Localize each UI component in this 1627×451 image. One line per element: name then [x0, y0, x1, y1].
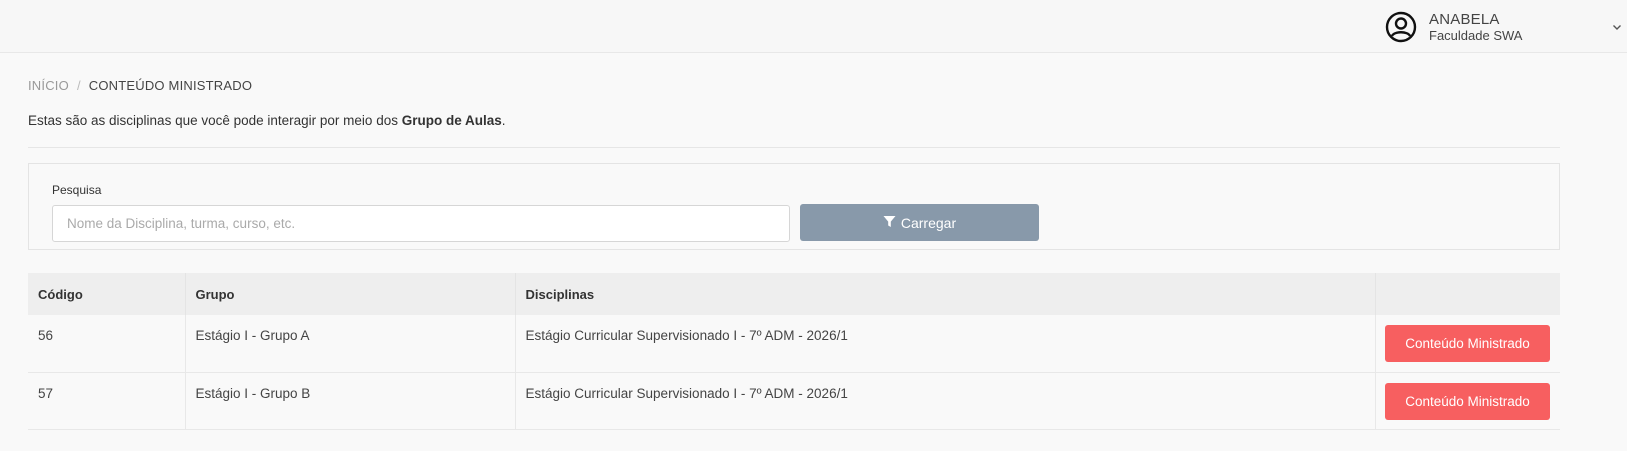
- table-row: 56 Estágio I - Grupo A Estágio Curricula…: [28, 315, 1560, 372]
- filter-icon: [883, 215, 896, 231]
- cell-disciplina: Estágio Curricular Supervisionado I - 7º…: [515, 315, 1376, 372]
- intro-bold: Grupo de Aulas: [401, 113, 502, 128]
- header-actions: [1375, 273, 1560, 315]
- intro-suffix: .: [501, 113, 506, 128]
- conteudo-ministrado-button[interactable]: Conteúdo Ministrado: [1385, 382, 1550, 420]
- user-circle-icon: [1385, 11, 1417, 43]
- load-button-label: Carregar: [900, 214, 957, 231]
- intro-text: Estas são as disciplinas que você pode i…: [28, 113, 506, 128]
- cell-action: Conteúdo Ministrado: [1375, 315, 1560, 372]
- search-panel: Pesquisa Carregar: [28, 163, 1560, 250]
- header-grupo: Grupo: [185, 273, 516, 315]
- breadcrumb: INÍCIO / CONTEÚDO MINISTRADO: [28, 78, 252, 93]
- user-name: ANABELA: [1429, 11, 1500, 28]
- groups-table: Código Grupo Disciplinas 56 Estágio I - …: [28, 273, 1560, 430]
- top-bar: ANABELA Faculdade SWA: [0, 0, 1627, 53]
- cell-grupo: Estágio I - Grupo A: [185, 315, 516, 372]
- conteudo-ministrado-button[interactable]: Conteúdo Ministrado: [1385, 325, 1550, 362]
- breadcrumb-home-link[interactable]: INÍCIO: [28, 78, 69, 93]
- cell-codigo: 56: [28, 315, 186, 372]
- load-button[interactable]: Carregar: [800, 204, 1039, 241]
- search-input[interactable]: [52, 205, 790, 242]
- table-row: 57 Estágio I - Grupo B Estágio Curricula…: [28, 372, 1560, 429]
- chevron-down-icon[interactable]: [1611, 20, 1623, 32]
- intro-prefix: Estas são as disciplinas que você pode i…: [28, 113, 402, 128]
- breadcrumb-current: CONTEÚDO MINISTRADO: [88, 78, 253, 93]
- user-menu[interactable]: ANABELA Faculdade SWA: [1377, 0, 1627, 53]
- search-label: Pesquisa: [52, 183, 102, 197]
- user-organization: Faculdade SWA: [1429, 28, 1523, 43]
- header-disciplinas: Disciplinas: [515, 273, 1376, 315]
- breadcrumb-separator: /: [76, 78, 81, 93]
- cell-grupo: Estágio I - Grupo B: [185, 372, 516, 429]
- table-header-row: Código Grupo Disciplinas: [28, 273, 1560, 315]
- divider: [28, 147, 1560, 148]
- header-codigo: Código: [28, 273, 186, 315]
- cell-disciplina: Estágio Curricular Supervisionado I - 7º…: [515, 372, 1376, 429]
- cell-action: Conteúdo Ministrado: [1375, 372, 1560, 429]
- cell-codigo: 57: [28, 372, 186, 429]
